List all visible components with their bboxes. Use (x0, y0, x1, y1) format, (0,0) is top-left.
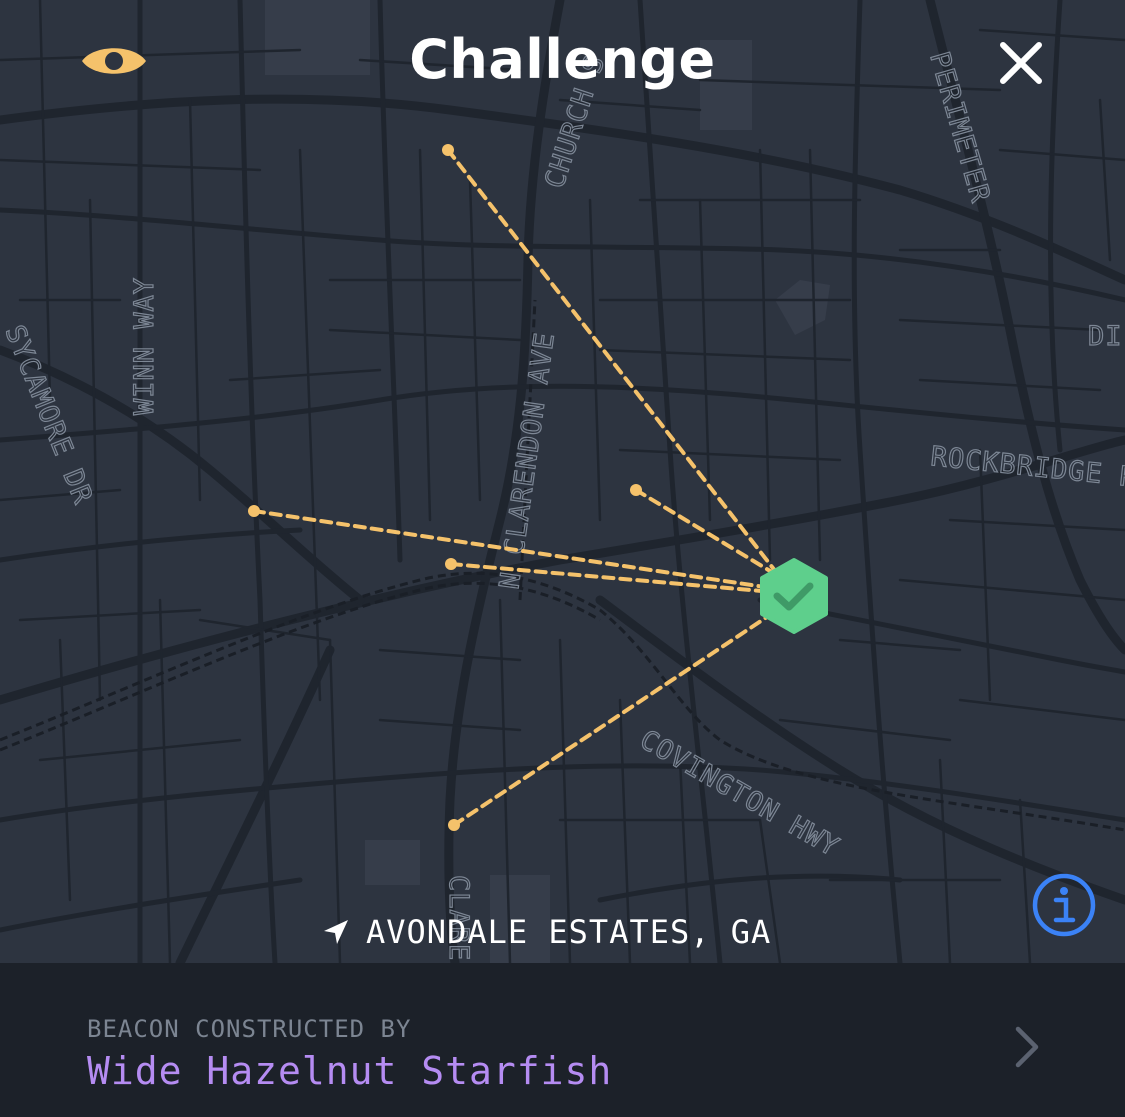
link-point (448, 819, 460, 831)
link-point (445, 558, 457, 570)
constructor-name[interactable]: Wide Hazelnut Starfish (87, 1049, 612, 1093)
close-icon[interactable] (996, 38, 1046, 88)
navigation-arrow-icon (324, 920, 348, 944)
link-point (442, 144, 454, 156)
checkmark-hexagon-icon[interactable] (760, 558, 828, 634)
footer-caption: BEACON CONSTRUCTED BY (87, 1015, 412, 1043)
link-point (248, 505, 260, 517)
road-label-di: DI (1088, 321, 1123, 352)
road-label-winn: WINN WAY (129, 277, 160, 415)
chevron-right-icon[interactable] (1012, 1025, 1042, 1069)
page-title: Challenge (409, 28, 716, 91)
location-label: AVONDALE ESTATES, GA (320, 910, 771, 954)
info-icon[interactable] (1031, 872, 1097, 938)
link-point (630, 484, 642, 496)
beacon-info-footer[interactable]: BEACON CONSTRUCTED BY Wide Hazelnut Star… (0, 963, 1125, 1117)
map-canvas[interactable]: CHURCH S PERIMETER WINN WAY SYCAMORE DR … (0, 0, 1125, 963)
location-text: AVONDALE ESTATES, GA (366, 913, 772, 951)
